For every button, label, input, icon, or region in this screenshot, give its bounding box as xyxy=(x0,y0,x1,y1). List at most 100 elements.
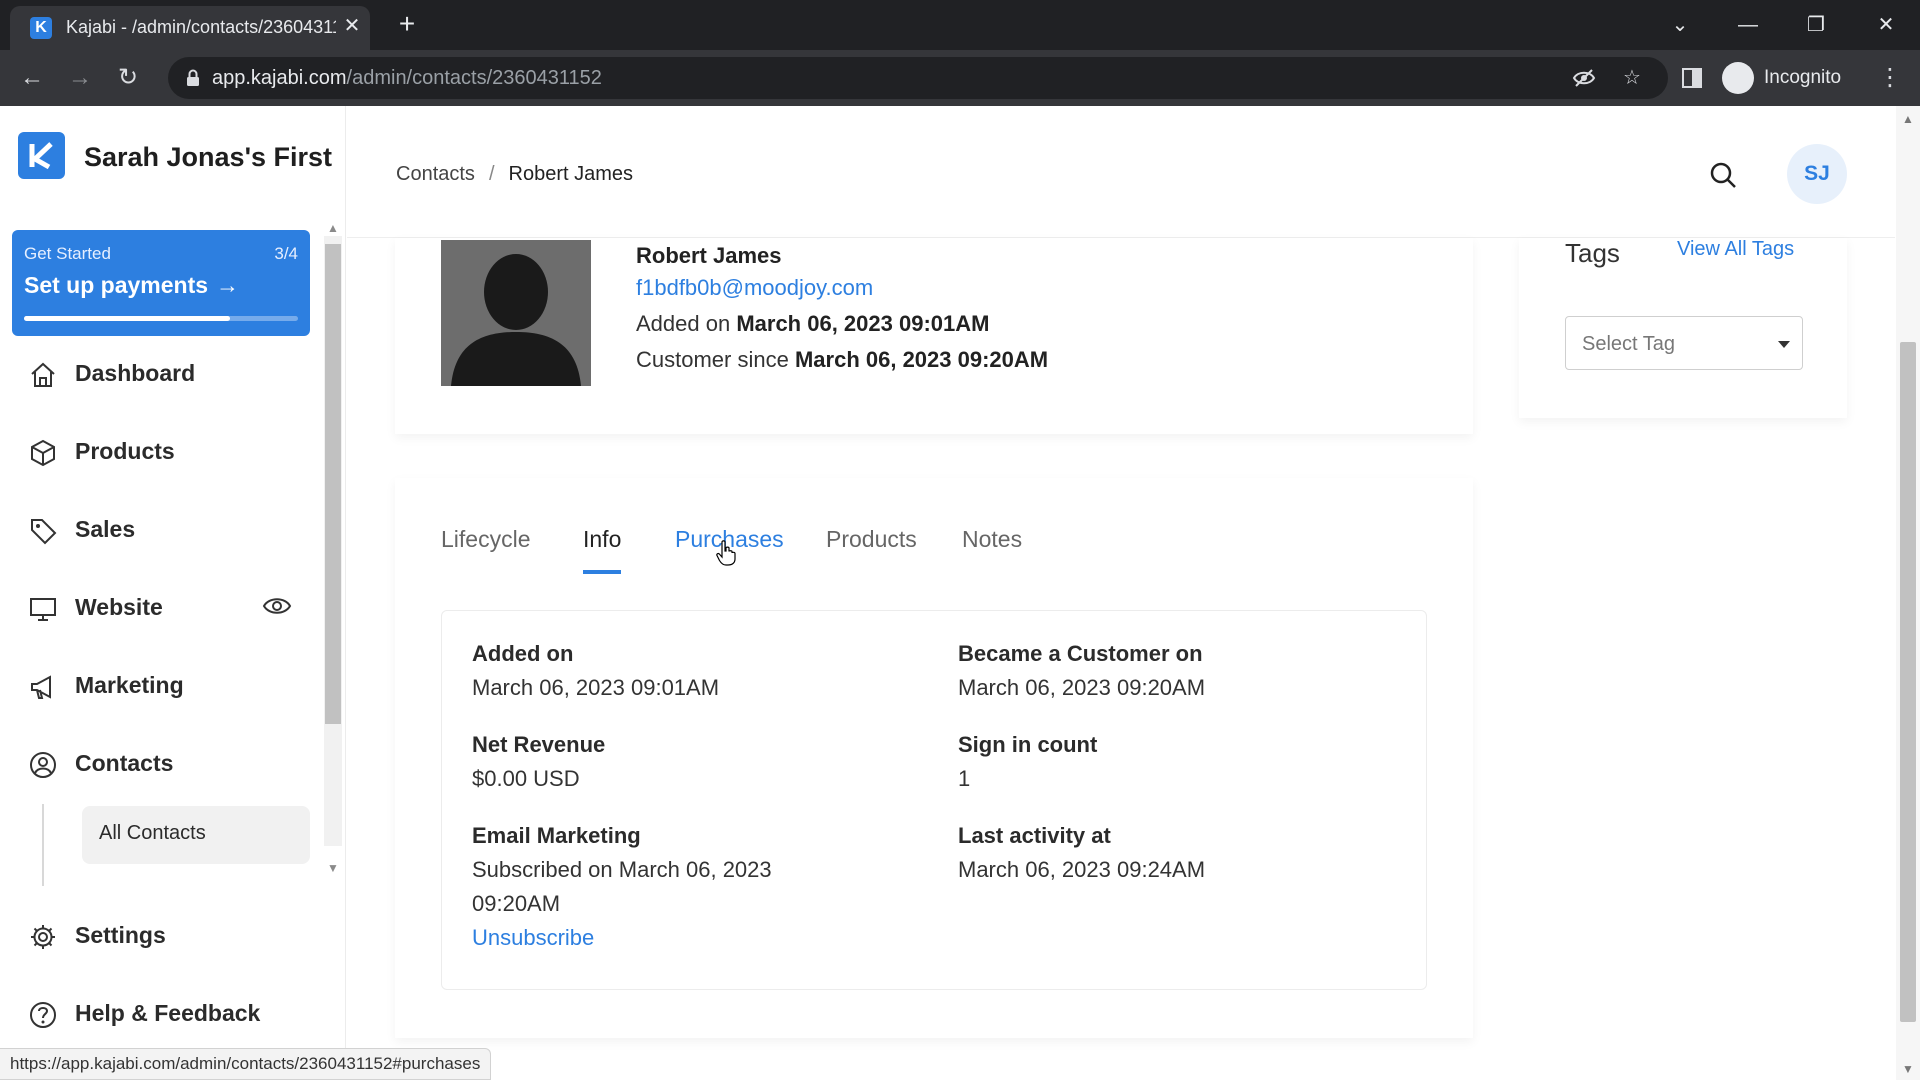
field-label: Email Marketing xyxy=(472,823,641,848)
forward-icon[interactable]: → xyxy=(64,62,96,94)
browser-menu-icon[interactable]: ⋮ xyxy=(1878,62,1902,94)
tab-notes[interactable]: Notes xyxy=(962,526,1022,576)
close-window-icon[interactable]: ✕ xyxy=(1866,8,1906,42)
field-label: Net Revenue xyxy=(472,732,606,757)
field-value: March 06, 2023 09:20AM xyxy=(958,675,1206,700)
close-tab-icon[interactable]: ✕ xyxy=(340,14,364,38)
field-value: March 06, 2023 09:24AM xyxy=(958,857,1206,882)
page-scrollbar[interactable]: ▲ ▼ xyxy=(1896,106,1920,1080)
browser-tab[interactable]: K Kajabi - /admin/contacts/2360431152 ✕ xyxy=(10,6,370,50)
field-value: $0.00 USD xyxy=(472,766,580,791)
get-started-progress xyxy=(24,316,298,321)
contact-name: Robert James xyxy=(636,243,782,268)
sidebar-subitem-all-contacts[interactable]: All Contacts xyxy=(82,806,310,864)
sidebar-item-label: Settings xyxy=(75,922,166,948)
new-tab-icon[interactable]: + xyxy=(392,10,422,40)
tag-select-placeholder: Select Tag xyxy=(1582,333,1676,355)
tag-icon xyxy=(31,519,57,545)
back-icon[interactable]: ← xyxy=(16,62,48,94)
eye-off-icon[interactable] xyxy=(1572,66,1596,90)
restore-icon[interactable]: ❐ xyxy=(1796,8,1836,42)
sidebar-item-label: Products xyxy=(75,438,175,464)
field-email-marketing: Email Marketing Subscribed on March 06, … xyxy=(472,819,852,955)
get-started-title: Set up payments → xyxy=(24,272,240,298)
field-label: Became a Customer on xyxy=(958,641,1203,666)
tags-heading: Tags xyxy=(1565,238,1620,268)
sidebar-item-label: Website xyxy=(75,594,163,620)
user-avatar[interactable]: SJ xyxy=(1787,144,1847,204)
kajabi-favicon-icon: K xyxy=(30,17,52,39)
eye-icon[interactable] xyxy=(262,594,292,618)
field-label: Sign in count xyxy=(958,732,1098,757)
sidebar-item-help-feedback[interactable]: Help & Feedback xyxy=(28,994,308,1034)
browser-toolbar: ← → ↻ app.kajabi.com/admin/contacts/2360… xyxy=(0,50,1920,106)
tab-products[interactable]: Products xyxy=(826,526,917,576)
contact-email-link[interactable]: f1bdfb0b@moodjoy.com xyxy=(636,270,1048,306)
field-last-activity: Last activity at March 06, 2023 09:24AM xyxy=(958,819,1338,887)
get-started-label: Get Started xyxy=(24,244,111,263)
field-sign-in-count: Sign in count 1 xyxy=(958,728,1338,796)
sidebar: Sarah Jonas's First Get Started 3/4 Set … xyxy=(0,106,346,1080)
reload-icon[interactable]: ↻ xyxy=(112,62,144,94)
side-panel-icon[interactable] xyxy=(1680,66,1704,90)
incognito-indicator[interactable]: Incognito xyxy=(1722,58,1892,98)
field-became-customer: Became a Customer on March 06, 2023 09:2… xyxy=(958,637,1338,705)
sidebar-scroll-thumb[interactable] xyxy=(325,244,341,724)
subnav-divider xyxy=(42,804,44,886)
contact-profile-card: Robert James f1bdfb0b@moodjoy.com Added … xyxy=(395,238,1473,434)
caret-down-icon xyxy=(1778,341,1790,348)
sidebar-item-sales[interactable]: Sales xyxy=(28,510,308,550)
link-status-bar: https://app.kajabi.com/admin/contacts/23… xyxy=(0,1048,492,1080)
field-value: 09:20AM xyxy=(472,891,561,916)
field-label: Added on xyxy=(472,641,574,666)
monitor-icon xyxy=(30,598,56,621)
get-started-progress-fill xyxy=(24,316,230,321)
scroll-up-icon[interactable]: ▲ xyxy=(326,222,340,234)
help-circle-icon xyxy=(30,1002,56,1028)
sidebar-item-dashboard[interactable]: Dashboard xyxy=(28,354,308,394)
sidebar-item-marketing[interactable]: Marketing xyxy=(28,666,308,706)
field-net-revenue: Net Revenue $0.00 USD xyxy=(472,728,852,796)
unsubscribe-link[interactable]: Unsubscribe xyxy=(472,921,852,955)
field-added-on: Added on March 06, 2023 09:01AM xyxy=(472,637,852,705)
tab-lifecycle[interactable]: Lifecycle xyxy=(441,526,530,576)
sidebar-item-label: Dashboard xyxy=(75,360,196,386)
user-circle-icon xyxy=(30,752,56,778)
sidebar-item-website[interactable]: Website xyxy=(28,588,308,628)
sidebar-item-label: Marketing xyxy=(75,672,184,698)
sidebar-item-settings[interactable]: Settings xyxy=(28,916,308,956)
tab-info[interactable]: Info xyxy=(583,526,622,576)
scroll-down-icon[interactable]: ▼ xyxy=(326,862,340,874)
hand-cursor-icon xyxy=(716,540,736,566)
view-all-tags-link[interactable]: View All Tags xyxy=(1677,238,1794,261)
box-icon xyxy=(31,439,55,467)
lock-icon xyxy=(187,69,199,86)
breadcrumb: Contacts / Robert James xyxy=(396,163,633,186)
page-scroll-down-icon[interactable]: ▼ xyxy=(1902,1062,1914,1076)
incognito-icon xyxy=(1722,61,1754,94)
bookmark-star-icon[interactable]: ☆ xyxy=(1620,66,1644,90)
sidebar-item-contacts[interactable]: Contacts xyxy=(28,744,308,784)
url-text: app.kajabi.com/admin/contacts/2360431152 xyxy=(212,67,602,89)
arrow-right-icon: → xyxy=(216,272,240,298)
sidebar-item-label: Help & Feedback xyxy=(75,1000,261,1026)
info-panel: Added on March 06, 2023 09:01AM Became a… xyxy=(441,610,1427,990)
sidebar-item-products[interactable]: Products xyxy=(28,432,308,472)
browser-tab-title: Kajabi - /admin/contacts/2360431152 xyxy=(66,17,336,37)
tab-search-icon[interactable]: ⌄ xyxy=(1660,8,1700,42)
field-value: Subscribed on March 06, 2023 xyxy=(472,857,772,882)
field-value: March 06, 2023 09:01AM xyxy=(472,675,720,700)
sidebar-scrollbar[interactable]: ▲ ▼ xyxy=(322,222,344,876)
sidebar-subitem-label: All Contacts xyxy=(99,822,206,844)
address-bar[interactable]: app.kajabi.com/admin/contacts/2360431152… xyxy=(168,57,1668,99)
megaphone-icon xyxy=(31,675,51,699)
contact-summary: Robert James f1bdfb0b@moodjoy.com Added … xyxy=(636,242,1048,378)
tag-select-dropdown[interactable]: Select Tag xyxy=(1565,316,1803,370)
search-icon[interactable] xyxy=(1708,160,1738,190)
get-started-count: 3/4 xyxy=(274,244,298,263)
breadcrumb-contacts-link[interactable]: Contacts xyxy=(396,163,475,185)
page-scroll-thumb[interactable] xyxy=(1900,342,1916,1022)
get-started-card[interactable]: Get Started 3/4 Set up payments → xyxy=(12,230,310,336)
page-scroll-up-icon[interactable]: ▲ xyxy=(1902,112,1914,126)
minimize-icon[interactable]: — xyxy=(1728,8,1768,42)
